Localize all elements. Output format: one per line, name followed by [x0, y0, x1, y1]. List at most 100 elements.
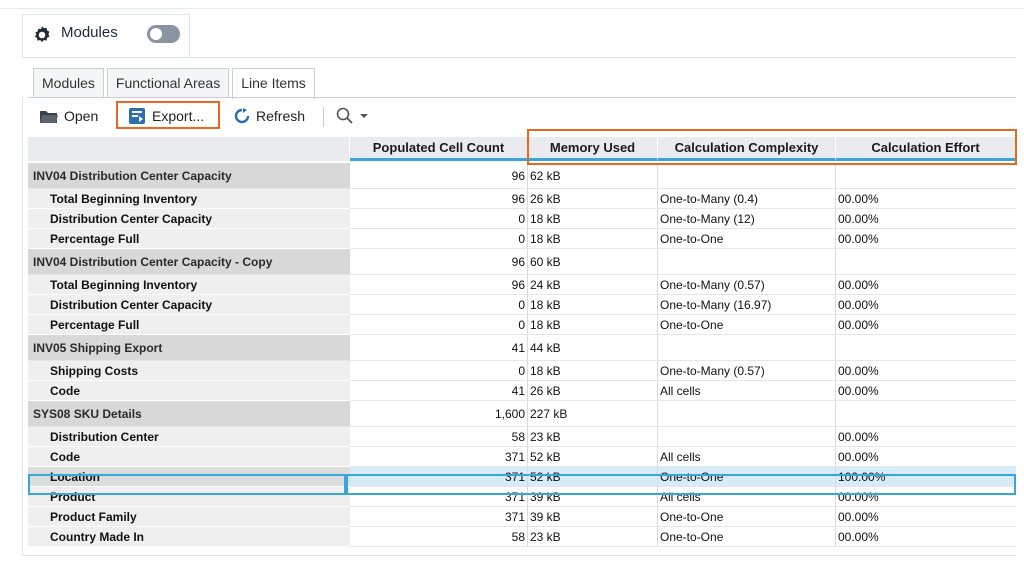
row-name: Total Beginning Inventory	[28, 275, 350, 295]
panel-bottom-border	[22, 555, 1016, 556]
row-effort: 00.00%	[836, 487, 1016, 507]
row-memory-used: 18 kB	[528, 295, 658, 315]
row-cell-count: 0	[350, 229, 528, 249]
table-row[interactable]: Distribution Center Capacity 0 18 kB One-to…	[28, 295, 1016, 315]
row-name: Shipping Costs	[28, 361, 350, 381]
header-divider	[22, 57, 1016, 58]
row-complexity: One-to-One	[658, 467, 836, 487]
table-row[interactable]: Country Made In 58 23 kB One-to-One 00.00%	[28, 527, 1016, 547]
open-button[interactable]: Open	[40, 105, 98, 127]
row-memory-used: 52 kB	[528, 447, 658, 467]
row-complexity: All cells	[658, 487, 836, 507]
table-row[interactable]: Shipping Costs 0 18 kB One-to-Many (0.57) 00…	[28, 361, 1016, 381]
row-memory-used: 39 kB	[528, 507, 658, 527]
row-complexity: One-to-One	[658, 507, 836, 527]
row-name: Country Made In	[28, 527, 350, 547]
column-header-cell-count[interactable]: Populated Cell Count	[350, 137, 528, 161]
row-effort: 00.00%	[836, 361, 1016, 381]
row-cell-count: 1,600	[350, 401, 528, 427]
row-cell-count: 96	[350, 249, 528, 275]
row-complexity: One-to-Many (16.97)	[658, 295, 836, 315]
column-header-memory[interactable]: Memory Used	[528, 137, 658, 161]
row-complexity	[658, 163, 836, 189]
row-name: Product	[28, 487, 350, 507]
table-row[interactable]: Product Family 371 39 kB One-to-One 00.00%	[28, 507, 1016, 527]
row-cell-count: 0	[350, 209, 528, 229]
tab-functional-areas[interactable]: Functional Areas	[106, 68, 230, 97]
column-header-effort[interactable]: Calculation Effort	[836, 137, 1016, 161]
row-cell-count: 41	[350, 335, 528, 361]
folder-icon	[40, 111, 58, 123]
chevron-down-icon	[360, 114, 368, 118]
table-row[interactable]: Distribution Center 58 23 kB 00.00%	[28, 427, 1016, 447]
refresh-icon	[234, 108, 250, 124]
refresh-button[interactable]: Refresh	[234, 105, 305, 127]
panel-border	[22, 97, 23, 555]
row-name: Distribution Center Capacity	[28, 209, 350, 229]
row-complexity	[658, 401, 836, 427]
row-complexity: One-to-One	[658, 527, 836, 547]
row-name: INV04 Distribution Center Capacity - Cop…	[28, 249, 350, 275]
row-effort: 00.00%	[836, 447, 1016, 467]
tab-line-items[interactable]: Line Items	[232, 68, 315, 99]
export-icon	[129, 108, 145, 124]
row-complexity	[658, 249, 836, 275]
table-group-row[interactable]: SYS08 SKU Details 1,600 227 kB	[28, 401, 1016, 427]
table-row[interactable]: Total Beginning Inventory 96 24 kB One-to-M…	[28, 275, 1016, 295]
table-row[interactable]: Product 371 39 kB All cells 00.00%	[28, 487, 1016, 507]
row-name: Code	[28, 447, 350, 467]
row-name: Code	[28, 381, 350, 401]
table-row[interactable]: Distribution Center Capacity 0 18 kB One-to…	[28, 209, 1016, 229]
column-header-name[interactable]	[28, 137, 350, 161]
column-header-complexity[interactable]: Calculation Complexity	[658, 137, 836, 161]
export-label: Export...	[152, 108, 205, 124]
row-memory-used: 227 kB	[528, 401, 658, 427]
row-cell-count: 96	[350, 163, 528, 189]
row-effort: 00.00%	[836, 189, 1016, 209]
row-complexity: One-to-Many (0.57)	[658, 275, 836, 295]
search-dropdown[interactable]	[336, 105, 374, 127]
table-group-row[interactable]: INV04 Distribution Center Capacity 96 62 k…	[28, 163, 1016, 189]
toggle-knob	[150, 28, 162, 40]
row-effort	[836, 249, 1016, 275]
table-row[interactable]: Percentage Full 0 18 kB One-to-One 00.00%	[28, 229, 1016, 249]
tab-modules[interactable]: Modules	[33, 68, 104, 97]
modules-header: Modules	[22, 14, 190, 57]
row-memory-used: 62 kB	[528, 163, 658, 189]
table-group-row[interactable]: INV05 Shipping Export 41 44 kB	[28, 335, 1016, 361]
modules-toggle[interactable]	[147, 25, 180, 43]
row-cell-count: 58	[350, 427, 528, 447]
row-effort: 00.00%	[836, 315, 1016, 335]
table-row[interactable]: Percentage Full 0 18 kB One-to-One 00.00%	[28, 315, 1016, 335]
row-memory-used: 26 kB	[528, 381, 658, 401]
row-cell-count: 41	[350, 381, 528, 401]
row-name: INV04 Distribution Center Capacity	[28, 163, 350, 189]
export-button[interactable]: Export...	[128, 105, 204, 127]
row-complexity: All cells	[658, 447, 836, 467]
row-effort: 00.00%	[836, 381, 1016, 401]
row-cell-count: 0	[350, 295, 528, 315]
row-name: Distribution Center Capacity	[28, 295, 350, 315]
table-row[interactable]: Code 41 26 kB All cells 00.00%	[28, 381, 1016, 401]
row-memory-used: 18 kB	[528, 361, 658, 381]
row-complexity: All cells	[658, 381, 836, 401]
selected-row-marker	[344, 476, 348, 493]
table-row[interactable]: Code 371 52 kB All cells 00.00%	[28, 447, 1016, 467]
row-complexity: One-to-One	[658, 229, 836, 249]
row-cell-count: 371	[350, 447, 528, 467]
row-memory-used: 18 kB	[528, 209, 658, 229]
row-effort	[836, 401, 1016, 427]
row-memory-used: 52 kB	[528, 467, 658, 487]
table-row[interactable]: Location 371 52 kB One-to-One 100.00%	[28, 467, 1016, 487]
row-name: Percentage Full	[28, 315, 350, 335]
toolbar-separator	[323, 107, 324, 127]
row-memory-used: 24 kB	[528, 275, 658, 295]
row-name: SYS08 SKU Details	[28, 401, 350, 427]
refresh-label: Refresh	[256, 108, 306, 124]
row-complexity	[658, 427, 836, 447]
row-memory-used: 26 kB	[528, 189, 658, 209]
table-group-row[interactable]: INV04 Distribution Center Capacity - Cop…	[28, 249, 1016, 275]
table-row[interactable]: Total Beginning Inventory 96 26 kB One-to-M…	[28, 189, 1016, 209]
row-cell-count: 0	[350, 361, 528, 381]
top-divider	[0, 8, 1024, 9]
